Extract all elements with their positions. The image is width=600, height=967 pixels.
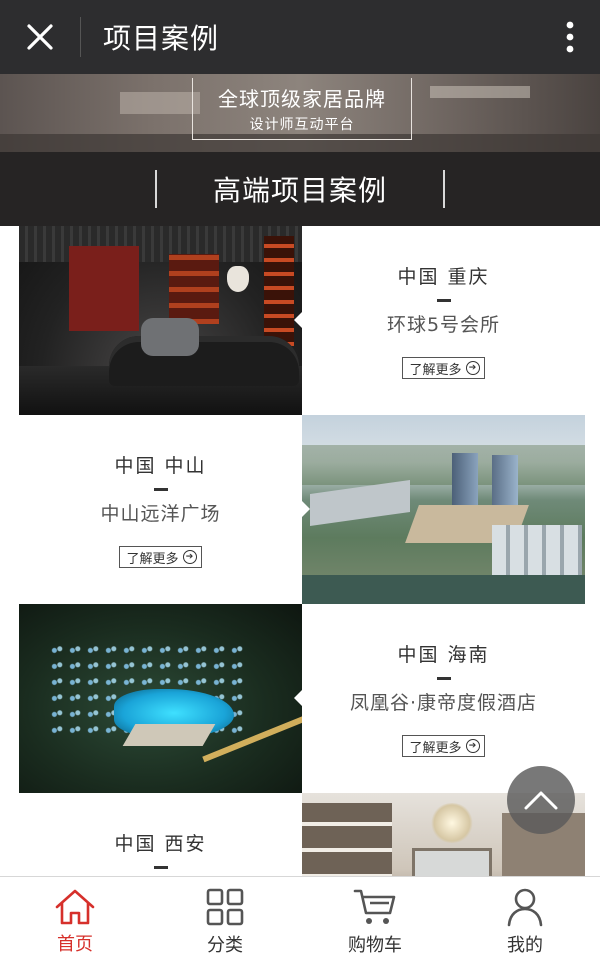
project-card[interactable]: 中国 重庆 环球5号会所 了解更多 ➔ bbox=[19, 226, 585, 415]
project-location: 中国 中山 bbox=[114, 455, 207, 477]
arrow-right-icon: ➔ bbox=[465, 739, 480, 753]
learn-more-button[interactable]: 了解更多 ➔ bbox=[119, 546, 202, 568]
project-info: 中国 西安 bbox=[19, 793, 302, 876]
user-icon bbox=[507, 888, 543, 927]
nav-label: 首页 bbox=[57, 934, 93, 955]
close-icon bbox=[27, 24, 53, 50]
brand-banner: 全球顶级家居品牌 设计师互动平台 bbox=[0, 74, 600, 152]
nav-home[interactable]: 首页 bbox=[0, 877, 150, 967]
arrow-right-icon: ➔ bbox=[182, 550, 197, 564]
grid-icon bbox=[206, 888, 244, 926]
divider bbox=[154, 170, 157, 208]
more-vertical-icon bbox=[566, 21, 574, 53]
learn-more-label: 了解更多 bbox=[126, 551, 179, 567]
project-name: 环球5号会所 bbox=[386, 314, 501, 336]
section-header: 高端项目案例 bbox=[0, 152, 600, 226]
chevron-up-icon bbox=[524, 791, 558, 810]
project-info: 中国 重庆 环球5号会所 了解更多 ➔ bbox=[302, 226, 585, 415]
nav-cart[interactable]: 购物车 bbox=[300, 877, 450, 967]
learn-more-button[interactable]: 了解更多 ➔ bbox=[402, 357, 485, 379]
project-location: 中国 西安 bbox=[114, 833, 207, 855]
nav-label: 我的 bbox=[507, 935, 543, 956]
project-location: 中国 海南 bbox=[397, 644, 490, 666]
section-title: 高端项目案例 bbox=[212, 174, 387, 207]
page-title: 项目案例 bbox=[103, 22, 220, 55]
back-to-top-button[interactable] bbox=[507, 766, 575, 834]
banner-line-1: 全球顶级家居品牌 bbox=[218, 87, 386, 111]
learn-more-label: 了解更多 bbox=[409, 740, 462, 756]
project-image[interactable] bbox=[19, 604, 302, 793]
project-info: 中国 中山 中山远洋广场 了解更多 ➔ bbox=[19, 415, 302, 604]
nav-label: 购物车 bbox=[348, 935, 402, 956]
learn-more-label: 了解更多 bbox=[409, 362, 462, 378]
more-button[interactable] bbox=[540, 0, 600, 74]
project-card[interactable]: 中国 中山 中山远洋广场 了解更多 ➔ bbox=[19, 415, 585, 604]
learn-more-button[interactable]: 了解更多 ➔ bbox=[402, 735, 485, 757]
project-image[interactable] bbox=[302, 415, 585, 604]
project-name: 中山远洋广场 bbox=[100, 503, 221, 525]
home-icon bbox=[55, 889, 95, 925]
project-card[interactable]: 中国 海南 凤凰谷·康帝度假酒店 了解更多 ➔ bbox=[19, 604, 585, 793]
nav-label: 分类 bbox=[207, 935, 243, 956]
project-info: 中国 海南 凤凰谷·康帝度假酒店 了解更多 ➔ bbox=[302, 604, 585, 793]
top-bar: 项目案例 bbox=[0, 0, 600, 74]
nav-category[interactable]: 分类 bbox=[150, 877, 300, 967]
bottom-navigation: 首页 分类 购物车 我的 bbox=[0, 876, 600, 967]
banner-line-2: 设计师互动平台 bbox=[249, 117, 355, 133]
cart-icon bbox=[353, 889, 396, 924]
project-image[interactable] bbox=[19, 226, 302, 415]
banner-slogan-box: 全球顶级家居品牌 设计师互动平台 bbox=[192, 78, 412, 140]
project-name: 凤凰谷·康帝度假酒店 bbox=[349, 692, 538, 714]
nav-profile[interactable]: 我的 bbox=[450, 877, 600, 967]
close-button[interactable] bbox=[0, 0, 80, 74]
project-location: 中国 重庆 bbox=[397, 266, 490, 288]
project-card[interactable]: 中国 西安 bbox=[19, 793, 585, 876]
divider bbox=[443, 170, 445, 208]
arrow-right-icon: ➔ bbox=[465, 361, 480, 375]
